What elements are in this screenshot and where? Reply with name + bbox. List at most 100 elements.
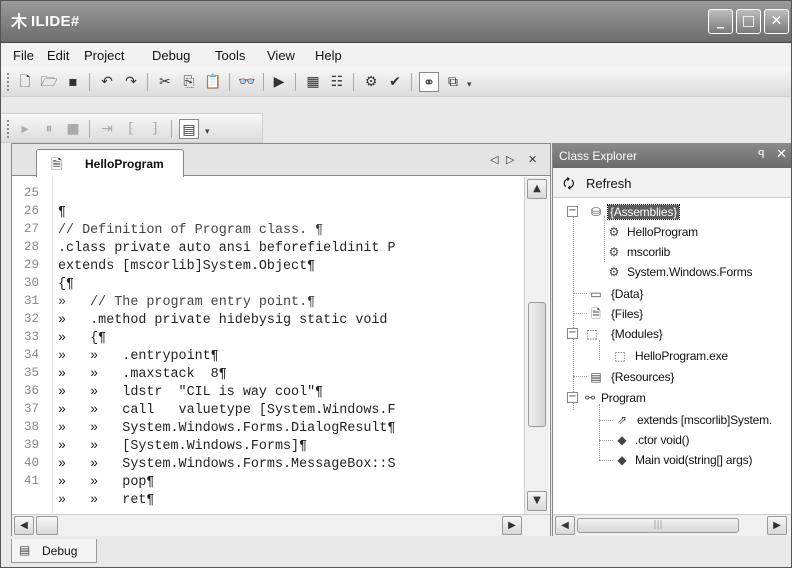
tab-scroll-right-icon[interactable]: ▷ bbox=[506, 153, 514, 166]
close-button[interactable]: ✕ bbox=[764, 9, 789, 34]
tree-item-helloprogram-exe[interactable]: ⬚ HelloProgram.exe bbox=[553, 346, 791, 366]
tree-label: {Files} bbox=[611, 307, 643, 321]
open-folder-icon[interactable]: 🗁 bbox=[39, 72, 59, 92]
inherits-icon: ⇗ bbox=[616, 413, 628, 427]
tree-item-mscorlib[interactable]: ⚙ mscorlib bbox=[553, 242, 791, 262]
run-icon[interactable]: ▶ bbox=[269, 72, 289, 92]
class-explorer-panel: Class Explorer ꟼ ✕ 🗘 Refresh − ⛁ {Assemb… bbox=[552, 143, 791, 536]
tree-item-data[interactable]: ▭ {Data} bbox=[553, 284, 791, 304]
menu-debug[interactable]: Debug bbox=[152, 48, 190, 63]
tree-item-helloprogram[interactable]: ⚙ HelloProgram bbox=[553, 222, 791, 242]
refresh-icon[interactable]: 🗘 bbox=[563, 175, 575, 197]
scroll-left-icon[interactable]: ◀ bbox=[555, 516, 575, 535]
tab-scroll-left-icon[interactable]: ◁ bbox=[490, 153, 498, 166]
new-file-icon[interactable]: 🗋 bbox=[15, 72, 35, 92]
title-bar[interactable]: 木 ILIDE# _ □ ✕ bbox=[1, 1, 791, 43]
code-line: 41 » » ret¶ bbox=[12, 456, 524, 508]
menu-edit[interactable]: Edit bbox=[47, 48, 69, 63]
scroll-left-icon[interactable]: ◀ bbox=[14, 516, 34, 535]
tree-label: HelloProgram bbox=[627, 225, 698, 239]
tree-item-assemblies[interactable]: − ⛁ {Assemblies} bbox=[553, 202, 791, 222]
pin-icon[interactable]: ꟼ bbox=[758, 148, 765, 161]
uncomment-icon[interactable]: ⁆ bbox=[145, 119, 165, 139]
menu-help[interactable]: Help bbox=[315, 48, 342, 63]
scroll-thumb[interactable]: ||| bbox=[577, 518, 739, 533]
editor-horizontal-scrollbar[interactable]: ◀ ▶ bbox=[12, 514, 550, 536]
toggle-icon[interactable]: ⚭ bbox=[419, 72, 439, 92]
paste-icon[interactable]: 📋 bbox=[203, 72, 223, 92]
code-line: 37 » » System.Windows.Forms.DialogResult… bbox=[12, 384, 524, 436]
menu-view[interactable]: View bbox=[267, 48, 295, 63]
refresh-button[interactable]: Refresh bbox=[586, 176, 632, 191]
tree-item-system-windows-forms[interactable]: ⚙ System.Windows.Forms bbox=[553, 262, 791, 282]
scroll-up-icon[interactable]: ▲ bbox=[527, 179, 547, 199]
tree-item-program[interactable]: − ⚯ Program bbox=[553, 388, 791, 408]
indent-icon[interactable]: ⇥ bbox=[97, 119, 117, 139]
collapse-icon[interactable]: − bbox=[567, 328, 578, 339]
minimize-button[interactable]: _ bbox=[708, 9, 733, 34]
build-icon[interactable]: ▦ bbox=[303, 72, 323, 92]
assembly-icon: ⚙ bbox=[608, 265, 620, 279]
menu-file[interactable]: File bbox=[13, 48, 34, 63]
file-icon: 🗎 bbox=[591, 307, 601, 321]
save-icon[interactable]: ▪ bbox=[63, 72, 83, 92]
tab-debug[interactable]: ▤ Debug bbox=[11, 539, 97, 563]
tab-helloprogram[interactable]: 🗎 HelloProgram bbox=[36, 149, 184, 177]
menu-tools[interactable]: Tools bbox=[215, 48, 245, 63]
close-tab-icon[interactable]: ✕ bbox=[528, 153, 537, 166]
collapse-icon[interactable]: − bbox=[567, 206, 578, 217]
scroll-right-icon[interactable]: ▶ bbox=[502, 516, 522, 535]
tree-item-resources[interactable]: ▤ {Resources} bbox=[553, 367, 791, 387]
toolbar-grip[interactable] bbox=[7, 73, 10, 91]
code-line: 36 » » call valuetype [System.Windows.F bbox=[12, 366, 524, 418]
maximize-button[interactable]: □ bbox=[736, 9, 761, 34]
toolbar-separator bbox=[411, 73, 412, 91]
code-line: 27 .class private auto ansi beforefieldi… bbox=[12, 204, 524, 256]
options-icon[interactable]: ⚙ bbox=[361, 72, 381, 92]
tree-item-main[interactable]: ◆ Main void(string[] args) bbox=[553, 450, 791, 470]
window-title: ILIDE# bbox=[31, 13, 80, 30]
undo-icon[interactable]: ↶ bbox=[97, 72, 117, 92]
window-icon[interactable]: ▤ bbox=[179, 119, 199, 139]
menu-bar: File Edit Project Debug Tools View Help bbox=[1, 43, 791, 67]
toolbar-grip[interactable] bbox=[7, 120, 10, 138]
tree-label: {Assemblies} bbox=[607, 204, 680, 220]
play-icon[interactable]: ▸ bbox=[15, 119, 35, 139]
code-area[interactable]: 25 ¶ 26 // Definition of Program class. … bbox=[12, 177, 524, 513]
tree-item-files[interactable]: 🗎 {Files} bbox=[553, 304, 791, 324]
check-icon[interactable]: ✔ bbox=[385, 72, 405, 92]
close-panel-icon[interactable]: ✕ bbox=[776, 147, 787, 162]
class-view-icon[interactable]: ⧉ bbox=[443, 72, 463, 92]
redo-icon[interactable]: ↷ bbox=[121, 72, 141, 92]
stop-icon[interactable]: ■ bbox=[63, 119, 83, 139]
tree-item-modules[interactable]: − ⬚ {Modules} bbox=[553, 324, 791, 344]
toolbar-separator bbox=[229, 73, 230, 91]
pause-icon[interactable]: ⏸ bbox=[39, 119, 59, 139]
collapse-icon[interactable]: − bbox=[567, 392, 578, 403]
code-line: 35 » » ldstr "CIL is way cool"¶ bbox=[12, 348, 524, 400]
cut-icon[interactable]: ✂ bbox=[155, 72, 175, 92]
tab-label: Debug bbox=[42, 544, 78, 558]
properties-icon[interactable]: ☷ bbox=[327, 72, 347, 92]
toolbar-overflow-icon[interactable]: ▾ bbox=[205, 126, 210, 137]
scroll-thumb[interactable] bbox=[36, 516, 58, 535]
menu-project[interactable]: Project bbox=[84, 48, 124, 63]
scroll-right-icon[interactable]: ▶ bbox=[767, 516, 787, 535]
copy-icon[interactable]: ⎘ bbox=[179, 72, 199, 92]
class-icon: ⚯ bbox=[584, 391, 596, 405]
comment-icon[interactable]: ⁅ bbox=[121, 119, 141, 139]
editor-vertical-scrollbar[interactable]: ▲ ▼ bbox=[524, 177, 549, 514]
scroll-down-icon[interactable]: ▼ bbox=[527, 491, 547, 511]
document-icon: 🗎 bbox=[51, 157, 63, 173]
tree-label: .ctor void() bbox=[635, 433, 690, 447]
code-line: 28 extends [mscorlib]System.Object¶ bbox=[12, 222, 524, 274]
tree-item-extends[interactable]: ⇗ extends [mscorlib]System. bbox=[553, 410, 791, 430]
find-icon[interactable]: 👓 bbox=[237, 72, 257, 92]
code-line: 30 » // The program entry point.¶ bbox=[12, 258, 524, 310]
scroll-thumb[interactable] bbox=[528, 302, 546, 427]
toolbar-overflow-icon[interactable]: ▾ bbox=[467, 79, 472, 90]
tree-item-ctor[interactable]: ◆ .ctor void() bbox=[553, 430, 791, 450]
panel-title: Class Explorer bbox=[559, 149, 638, 163]
explorer-horizontal-scrollbar[interactable]: ◀ ||| ▶ bbox=[553, 514, 791, 536]
tree-label: Main void(string[] args) bbox=[635, 453, 753, 467]
